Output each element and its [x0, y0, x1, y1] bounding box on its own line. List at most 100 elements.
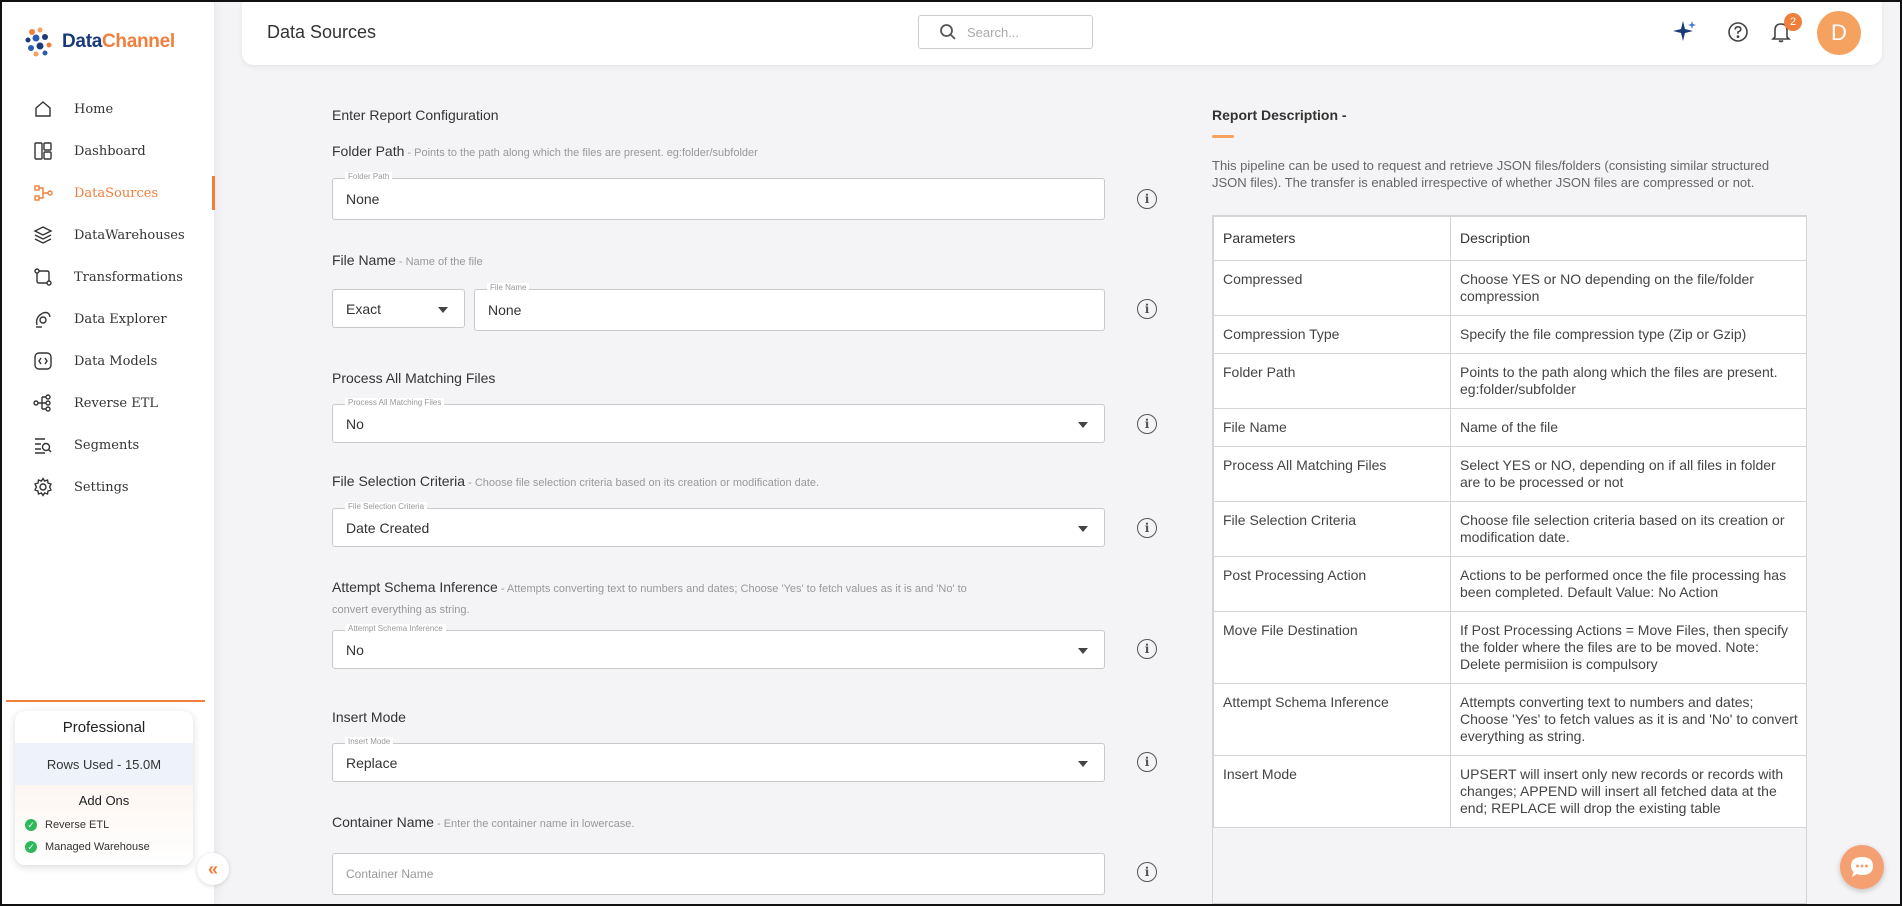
sidebar-item-segments[interactable]: Segments	[2, 424, 215, 466]
ai-sparkle-button[interactable]	[1672, 19, 1698, 45]
search-input[interactable]	[967, 24, 1087, 40]
addons-title: Add Ons	[78, 793, 130, 808]
param-description: Actions to be performed once the file pr…	[1450, 556, 1806, 612]
sidebar-item-data-models[interactable]: Data Models	[2, 340, 215, 382]
schema-inference-label: Attempt Schema Inference - Attempts conv…	[332, 578, 1052, 620]
info-icon[interactable]: i	[1137, 518, 1157, 538]
plan-card: Professional Rows Used - 15.0M Add Ons ✓…	[15, 711, 193, 865]
sidebar-item-settings[interactable]: Settings	[2, 466, 215, 508]
container-name-hint: - Enter the container name in lowercase.	[433, 818, 635, 830]
dashboard-icon	[32, 140, 54, 162]
selection-criteria-hint: - Choose file selection criteria based o…	[465, 477, 820, 489]
column-header-parameters: Parameters	[1213, 216, 1451, 261]
addons-section: Add Ons ✓ Reverse ETL ✓ Managed Warehous…	[15, 785, 193, 865]
plan-name: Professional	[62, 718, 146, 736]
table-row: Insert Mode UPSERT will insert only new r…	[1213, 755, 1806, 828]
chevron-down-icon	[1078, 648, 1088, 654]
sidebar-item-data-explorer[interactable]: Data Explorer	[2, 298, 215, 340]
sidebar-item-home[interactable]: Home	[2, 88, 215, 130]
sidebar-item-label: Settings	[74, 479, 129, 495]
double-chevron-left-icon: «	[207, 858, 218, 879]
sidebar-item-transformations[interactable]: Transformations	[2, 256, 215, 298]
sidebar-item-datawarehouses[interactable]: DataWarehouses	[2, 214, 215, 256]
selection-criteria-select[interactable]: File Selection Criteria Date Created	[332, 502, 1105, 547]
file-name-field[interactable]: File Name None	[474, 283, 1105, 331]
parameters-table-wrapper[interactable]: Parameters Description Compressed Choose …	[1212, 215, 1807, 904]
info-icon[interactable]: i	[1137, 639, 1157, 659]
param-description: Points to the path along which the files…	[1450, 353, 1806, 409]
param-description: Choose YES or NO depending on the file/f…	[1450, 260, 1806, 316]
param-name: Attempt Schema Inference	[1213, 683, 1451, 756]
insert-mode-select[interactable]: Insert Mode Replace	[332, 737, 1105, 782]
param-description: Specify the file compression type (Zip o…	[1450, 315, 1806, 354]
file-name-match-select[interactable]: Exact	[332, 289, 465, 328]
sidebar-item-label: Segments	[74, 437, 140, 453]
sidebar-item-reverse-etl[interactable]: Reverse ETL	[2, 382, 215, 424]
avatar[interactable]: D	[1817, 11, 1861, 55]
info-icon[interactable]: i	[1137, 299, 1157, 319]
sparkle-icon	[1673, 21, 1696, 41]
selection-criteria-label: File Selection Criteria - Choose file se…	[332, 473, 819, 489]
help-button[interactable]	[1725, 19, 1751, 45]
table-row: Compression Type Specify the file compres…	[1213, 315, 1806, 354]
file-name-float-label: File Name	[487, 283, 530, 292]
brand-part-1: Data	[62, 31, 102, 52]
chat-support-button[interactable]	[1840, 845, 1884, 889]
sidebar-item-label: Home	[74, 101, 114, 117]
addon-item: ✓ Managed Warehouse	[15, 836, 193, 858]
sidebar-nav: Home Dashboard DataSources DataWarehouse…	[2, 88, 215, 508]
table-row: Process All Matching Files Select YES or …	[1213, 446, 1806, 502]
schema-inference-hint-2: convert everything as string.	[332, 604, 470, 616]
info-icon[interactable]: i	[1137, 414, 1157, 434]
table-row: File Name Name of the file	[1213, 408, 1806, 447]
match-type-value: Exact	[346, 300, 382, 317]
container-name-input[interactable]: Container Name	[332, 853, 1105, 895]
notification-badge: 2	[1784, 13, 1802, 31]
selection-criteria-value: Date Created	[346, 519, 430, 536]
sidebar-item-dashboard[interactable]: Dashboard	[2, 130, 215, 172]
brand-name: DataChannel	[62, 31, 175, 53]
table-row: Folder Path Points to the path along whic…	[1213, 353, 1806, 409]
check-circle-icon: ✓	[25, 819, 37, 831]
schema-inference-select[interactable]: Attempt Schema Inference No	[332, 624, 1105, 669]
param-description: Name of the file	[1450, 408, 1806, 447]
chat-bubble-icon	[1851, 857, 1873, 877]
form-heading: Enter Report Configuration	[332, 107, 499, 123]
param-name: Insert Mode	[1213, 755, 1451, 828]
insert-mode-value: Replace	[346, 754, 398, 771]
rows-used: Rows Used - 15.0M	[15, 743, 193, 785]
search-box[interactable]	[918, 15, 1093, 49]
addon-item: ✓ Reverse ETL	[15, 814, 193, 836]
insert-mode-label: Insert Mode	[332, 709, 406, 725]
file-name-value: None	[488, 302, 522, 318]
param-name: File Selection Criteria	[1213, 501, 1451, 557]
file-name-label: File Name - Name of the file	[332, 252, 483, 268]
info-icon[interactable]: i	[1137, 862, 1157, 882]
sidebar-item-datasources[interactable]: DataSources	[2, 172, 215, 214]
sidebar-item-label: Data Models	[74, 353, 158, 369]
folder-path-field[interactable]: Folder Path None	[332, 172, 1105, 220]
transform-icon	[32, 266, 54, 288]
title-underline	[1212, 135, 1234, 138]
column-header-description: Description	[1450, 216, 1806, 261]
param-description: Choose file selection criteria based on …	[1450, 501, 1806, 557]
help-circle-icon	[1728, 22, 1748, 42]
process-all-value: No	[346, 415, 364, 432]
process-all-float-label: Process All Matching Files	[345, 398, 445, 407]
sidebar-item-label: DataSources	[74, 185, 159, 201]
table-row: Compressed Choose YES or NO depending on …	[1213, 260, 1806, 316]
container-name-label: Container Name - Enter the container nam…	[332, 814, 634, 830]
check-circle-icon: ✓	[25, 841, 37, 853]
logo[interactable]: DataChannel	[22, 24, 175, 60]
info-icon[interactable]: i	[1137, 189, 1157, 209]
process-all-select[interactable]: Process All Matching Files No	[332, 398, 1105, 443]
info-icon[interactable]: i	[1137, 752, 1157, 772]
chevron-down-icon	[1078, 761, 1088, 767]
param-name: Post Processing Action	[1213, 556, 1451, 612]
notifications-button[interactable]: 2	[1768, 13, 1802, 45]
addon-label: Reverse ETL	[45, 819, 110, 831]
collapse-sidebar-button[interactable]: «	[197, 853, 229, 885]
chevron-down-icon	[438, 307, 448, 313]
gear-icon	[32, 476, 54, 498]
datachannel-logo-icon	[25, 27, 52, 57]
